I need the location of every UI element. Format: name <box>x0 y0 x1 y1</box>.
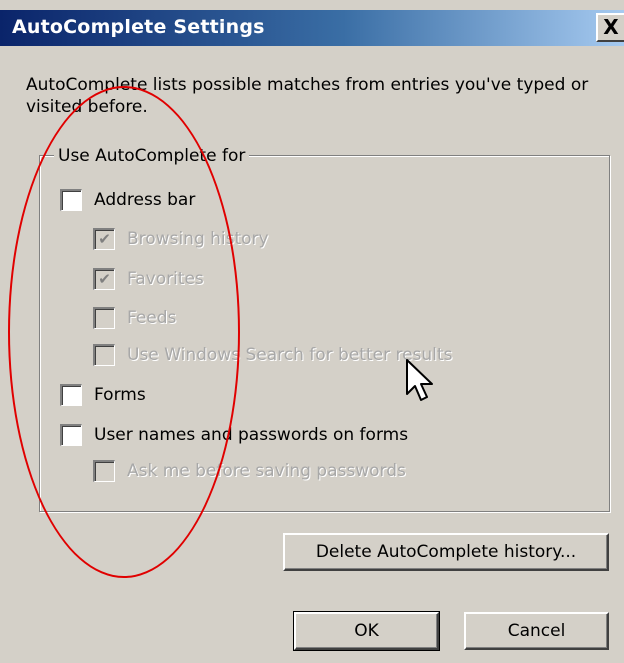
mouse-pointer-icon <box>406 359 433 401</box>
option-windows-search[interactable]: Use Windows Search for better results <box>93 343 452 367</box>
option-forms[interactable]: Forms <box>60 383 146 407</box>
option-favorites[interactable]: ✔ Favorites <box>93 267 204 291</box>
title-bar[interactable]: AutoComplete Settings X <box>0 10 624 46</box>
checkbox-ask-before-saving[interactable] <box>93 460 115 482</box>
option-label: Ask me before saving passwords <box>127 461 406 481</box>
delete-history-button[interactable]: Delete AutoComplete history... <box>283 533 609 571</box>
checkbox-forms[interactable] <box>60 384 82 406</box>
checkbox-user-names-passwords[interactable] <box>60 424 82 446</box>
option-feeds[interactable]: Feeds <box>93 306 176 330</box>
check-icon: ✔ <box>98 230 111 248</box>
option-label: Browsing history <box>127 229 269 249</box>
autocomplete-settings-dialog: AutoComplete Settings X AutoComplete lis… <box>0 0 624 663</box>
option-address-bar[interactable]: Address bar <box>60 188 195 212</box>
option-label: User names and passwords on forms <box>94 425 409 445</box>
close-button[interactable]: X <box>596 13 624 42</box>
checkbox-feeds[interactable] <box>93 307 115 329</box>
description-text: AutoComplete lists possible matches from… <box>26 75 589 117</box>
option-browsing-history[interactable]: ✔ Browsing history <box>93 227 269 251</box>
option-label: Favorites <box>127 269 204 289</box>
checkbox-address-bar[interactable] <box>60 189 82 211</box>
groupbox-legend: Use AutoComplete for <box>54 146 250 166</box>
close-icon: X <box>603 15 619 39</box>
check-icon: ✔ <box>98 270 111 288</box>
option-ask-before-saving[interactable]: Ask me before saving passwords <box>93 459 406 483</box>
ok-button[interactable]: OK <box>293 611 440 651</box>
option-label: Address bar <box>94 190 196 210</box>
option-label: Forms <box>94 385 146 405</box>
window-title: AutoComplete Settings <box>12 16 265 38</box>
checkbox-windows-search[interactable] <box>93 344 115 366</box>
cancel-button[interactable]: Cancel <box>464 612 609 650</box>
option-label: Feeds <box>127 308 177 328</box>
checkbox-browsing-history[interactable]: ✔ <box>93 228 115 250</box>
option-user-names-passwords[interactable]: User names and passwords on forms <box>60 423 408 447</box>
checkbox-favorites[interactable]: ✔ <box>93 268 115 290</box>
